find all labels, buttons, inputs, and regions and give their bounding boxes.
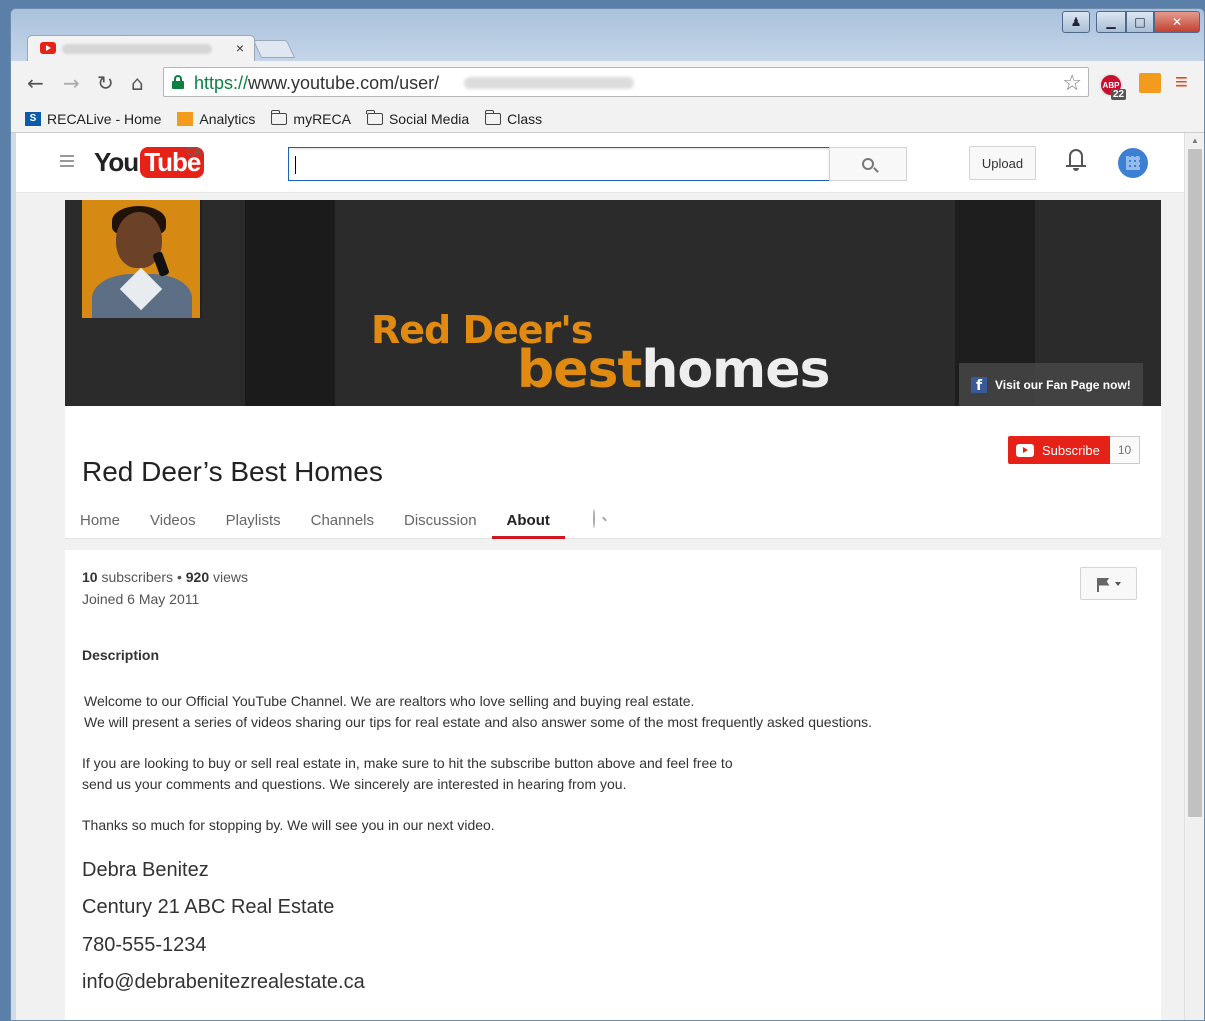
channel-search-button[interactable] bbox=[593, 509, 595, 528]
user-profile-icon[interactable]: ♟ bbox=[1062, 11, 1090, 33]
new-tab-button[interactable] bbox=[252, 40, 296, 58]
description-line: We will present a series of videos shari… bbox=[84, 714, 873, 730]
tab-home[interactable]: Home bbox=[65, 510, 135, 539]
banner-brand-line2: besthomes bbox=[517, 340, 830, 400]
description-line: Thanks so much for stopping by. We will … bbox=[82, 817, 495, 833]
search-icon bbox=[862, 158, 874, 170]
home-icon[interactable]: ⌂ bbox=[131, 71, 144, 95]
page-scrollbar[interactable]: ▲ bbox=[1184, 133, 1204, 1020]
facebook-icon: f bbox=[971, 376, 987, 393]
minimize-button[interactable]: ▁ bbox=[1096, 11, 1126, 33]
contact-email[interactable]: info@debrabenitezrealestate.ca bbox=[82, 971, 365, 994]
reload-icon[interactable]: ↻ bbox=[97, 71, 114, 95]
youtube-play-icon bbox=[1016, 443, 1034, 457]
avatar[interactable] bbox=[1118, 148, 1148, 178]
tab-close-button[interactable]: × bbox=[236, 40, 244, 56]
tab-about[interactable]: About bbox=[491, 510, 565, 539]
flag-icon bbox=[1096, 577, 1111, 592]
bookmarks-bar: S RECALive - Home Analytics myRECA Social… bbox=[11, 105, 1204, 133]
scroll-up-arrow-icon[interactable]: ▲ bbox=[1191, 136, 1199, 145]
description-line: Welcome to our Official YouTube Channel.… bbox=[84, 693, 695, 709]
bookmark-star-icon[interactable]: ☆ bbox=[1062, 70, 1082, 96]
bookmark-folder-myreca[interactable]: myRECA bbox=[270, 109, 351, 127]
search-button[interactable] bbox=[829, 147, 907, 181]
bookmark-folder-class[interactable]: Class bbox=[484, 109, 542, 127]
tab-videos[interactable]: Videos bbox=[135, 510, 211, 539]
tab-channels[interactable]: Channels bbox=[296, 510, 389, 539]
bookmark-recalive[interactable]: S RECALive - Home bbox=[25, 111, 161, 127]
browser-toolbar: ← → ↻ ⌂ https://www.youtube.com/user/ ☆ … bbox=[11, 61, 1204, 105]
browser-window: ♟ ▁ □ ✕ × ← → ↻ ⌂ https://www.youtube.co… bbox=[10, 8, 1205, 1021]
channel-title: Red Deer’s Best Homes bbox=[82, 456, 383, 487]
back-arrow-icon[interactable]: ← bbox=[27, 71, 44, 95]
browser-tab-youtube[interactable]: × bbox=[27, 35, 255, 62]
maximize-button[interactable]: □ bbox=[1126, 11, 1154, 33]
contact-company: Century 21 ABC Real Estate bbox=[82, 896, 335, 918]
forward-arrow-icon[interactable]: → bbox=[63, 71, 80, 95]
youtube-masthead: You Tube CA Upload bbox=[16, 133, 1186, 193]
subscriber-count: 10 bbox=[1109, 436, 1141, 464]
upload-button[interactable]: Upload bbox=[969, 146, 1036, 180]
lock-icon bbox=[172, 75, 184, 89]
description-line: send us your comments and questions. We … bbox=[82, 776, 627, 792]
description-line: If you are looking to buy or sell real e… bbox=[82, 755, 733, 771]
tab-discussion[interactable]: Discussion bbox=[389, 510, 492, 539]
channel-tabs: Home Videos Playlists Channels Discussio… bbox=[65, 510, 565, 539]
window-controls: ♟ ▁ □ ✕ bbox=[1062, 11, 1200, 33]
tab-playlists[interactable]: Playlists bbox=[211, 510, 296, 539]
facebook-fan-page-link[interactable]: f Visit our Fan Page now! bbox=[959, 363, 1143, 406]
title-bar: ♟ ▁ □ ✕ × bbox=[11, 9, 1204, 62]
notifications-bell-icon[interactable] bbox=[1066, 147, 1086, 173]
address-bar[interactable]: https://www.youtube.com/user/ ☆ bbox=[163, 67, 1089, 97]
tab-title-redacted bbox=[62, 44, 212, 54]
youtube-favicon-icon bbox=[40, 42, 56, 54]
url-redacted bbox=[464, 77, 634, 89]
contact-name: Debra Benitez bbox=[82, 859, 209, 881]
chrome-menu-icon[interactable]: ≡ bbox=[1175, 69, 1188, 95]
channel-profile-image[interactable] bbox=[82, 200, 202, 318]
guide-menu-icon[interactable] bbox=[60, 155, 74, 170]
channel-banner: Red Deer's besthomes f Visit our Fan Pag… bbox=[65, 200, 1161, 406]
subscribe-button[interactable]: Subscribe bbox=[1008, 436, 1110, 464]
contact-phone: 780-555-1234 bbox=[82, 934, 207, 956]
about-section: 10 subscribers • 920 views Joined 6 May … bbox=[65, 550, 1161, 1020]
folder-icon bbox=[484, 109, 502, 125]
chevron-down-icon bbox=[1114, 581, 1121, 586]
joined-date: Joined 6 May 2011 bbox=[82, 591, 200, 607]
channel-header: Red Deer’s Best Homes Subscribe 10 Home … bbox=[65, 406, 1161, 539]
search-icon bbox=[593, 509, 595, 528]
url-text: https://www.youtube.com/user/ bbox=[194, 73, 440, 93]
analytics-icon bbox=[177, 111, 194, 126]
bookmark-folder-social-media[interactable]: Social Media bbox=[366, 109, 469, 127]
adblock-count-badge: 22 bbox=[1111, 89, 1127, 100]
description-heading: Description bbox=[82, 647, 160, 663]
scrollbar-thumb[interactable] bbox=[1188, 149, 1202, 817]
close-window-button[interactable]: ✕ bbox=[1154, 11, 1200, 33]
bookmark-analytics[interactable]: Analytics bbox=[177, 111, 255, 127]
folder-icon bbox=[270, 109, 288, 125]
analytics-extension-icon[interactable] bbox=[1139, 73, 1161, 93]
channel-stats: 10 subscribers • 920 views bbox=[82, 569, 249, 585]
page-viewport: You Tube CA Upload Red Deer's besthomes f… bbox=[16, 133, 1186, 1020]
sharepoint-icon: S bbox=[25, 111, 41, 126]
region-label: CA bbox=[186, 146, 202, 158]
subscribe-widget: Subscribe 10 bbox=[1008, 436, 1141, 464]
search-input[interactable] bbox=[288, 147, 830, 181]
folder-icon bbox=[366, 109, 383, 125]
report-flag-button[interactable] bbox=[1080, 567, 1137, 600]
